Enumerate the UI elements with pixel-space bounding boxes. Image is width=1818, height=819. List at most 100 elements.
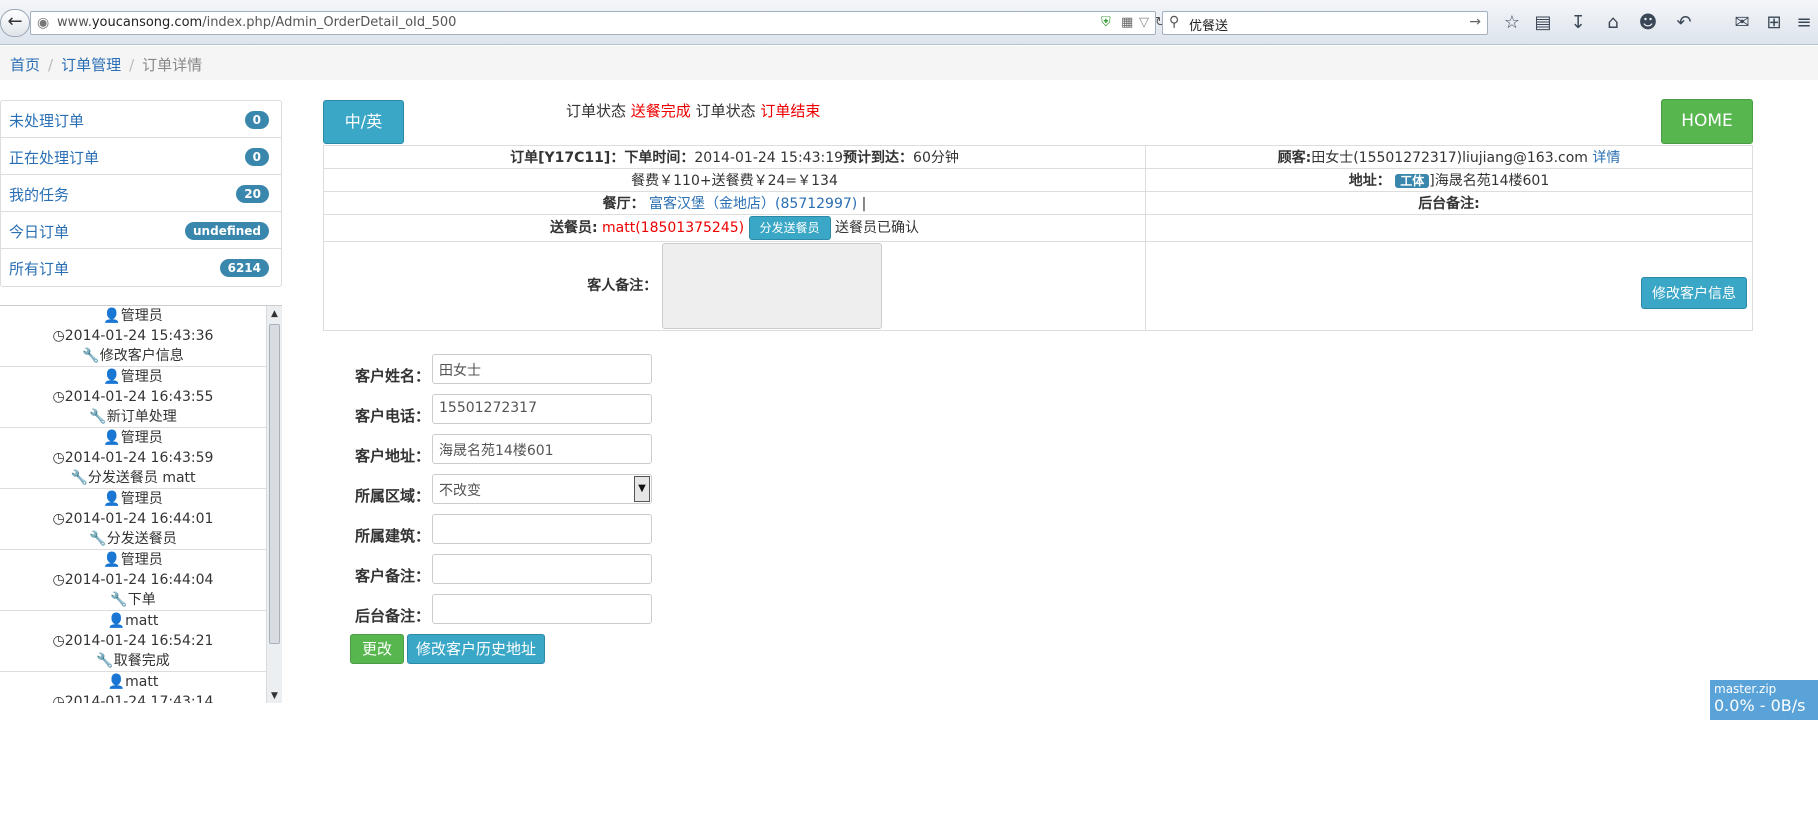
order-time-label: 下单时间： xyxy=(624,150,695,166)
breadcrumb-order-management[interactable]: 订单管理 xyxy=(61,56,121,74)
shield-icon[interactable]: ⛨ xyxy=(1101,15,1111,30)
breadcrumb-current: 订单详情 xyxy=(142,56,203,74)
address-label: 客户地址： xyxy=(354,447,430,465)
delivery-status: 送餐完成 xyxy=(630,102,691,120)
menu-item-today[interactable]: 今日订单 undefined xyxy=(1,212,281,249)
log-entry: 👤管理员 ◷2014-01-24 16:44:04 🔧下单 xyxy=(0,550,266,611)
menu-item-label: 今日订单 xyxy=(9,223,70,241)
breadcrumb-separator: / xyxy=(48,56,54,74)
url-text[interactable]: www.youcansong.com/index.php/Admin_Order… xyxy=(57,15,456,30)
menu-item-my-tasks[interactable]: 我的任务 20 xyxy=(1,175,281,212)
reading-list-icon[interactable]: ▤ xyxy=(1531,12,1555,33)
log-action: 下单 xyxy=(127,592,156,608)
address-label: 地址： xyxy=(1348,173,1391,189)
order-detail-table: 订单[Y17C11]：下单时间：2014-01-24 15:43:19预计到达：… xyxy=(323,145,1753,331)
back-arrow-icon[interactable]: ← xyxy=(0,9,30,37)
star-icon[interactable]: ☆ xyxy=(1500,12,1524,33)
clock-icon: ◷ xyxy=(52,389,65,405)
order-status: 订单结束 xyxy=(760,102,821,120)
breadcrumb: 首页 / 订单管理 / 订单详情 xyxy=(0,46,1818,80)
log-action: 分发送餐员 matt xyxy=(87,470,196,486)
customer-address-input[interactable]: 海晟名苑14楼601 xyxy=(432,434,652,464)
log-action: 分发送餐员 xyxy=(106,531,177,547)
action-cell: 修改客户信息 xyxy=(1145,241,1753,331)
smiley-icon[interactable]: ☻ xyxy=(1636,12,1660,33)
clock-icon: ◷ xyxy=(52,450,65,466)
search-go-icon[interactable]: → xyxy=(1469,14,1481,30)
download-speed: 0.0% - 0B/s xyxy=(1714,696,1806,715)
address-value: ]海晟名苑14楼601 xyxy=(1429,173,1550,189)
area-selected-value: 不改变 xyxy=(439,483,481,499)
backend-note-input[interactable] xyxy=(432,594,652,624)
table-row: 客人备注： 修改客户信息 xyxy=(323,241,1753,331)
customer-phone-input[interactable]: 15501272317 xyxy=(432,394,652,424)
breadcrumb-home[interactable]: 首页 xyxy=(10,56,40,74)
download-icon[interactable]: ↧ xyxy=(1566,12,1590,33)
menu-item-label: 我的任务 xyxy=(9,186,70,204)
download-filename: master.zip xyxy=(1714,682,1777,696)
log-time: 2014-01-24 15:43:36 xyxy=(64,328,214,344)
user-icon: 👤 xyxy=(103,430,121,446)
customer-info: 田女士(15501272317)liujiang@163.com xyxy=(1311,150,1588,166)
edit-customer-button[interactable]: 修改客户信息 xyxy=(1641,277,1747,309)
edit-history-address-button[interactable]: 修改客户历史地址 xyxy=(407,634,545,664)
language-toggle-button[interactable]: 中/英 xyxy=(323,100,404,144)
breadcrumb-separator: / xyxy=(129,56,135,74)
log-user: 管理员 xyxy=(120,491,163,507)
log-user: 管理员 xyxy=(120,430,163,446)
address-cell: 地址： 工体]海晟名苑14楼601 xyxy=(1145,168,1753,192)
scroll-thumb[interactable] xyxy=(269,324,280,644)
menu-icon[interactable]: ≡ xyxy=(1792,12,1816,33)
separator: | xyxy=(857,196,867,212)
search-icon: ⚲ xyxy=(1169,14,1180,30)
eta-label: 预计到达： xyxy=(843,150,914,166)
count-badge: 0 xyxy=(244,111,269,129)
wrench-icon: 🔧 xyxy=(89,409,107,425)
download-progress-widget[interactable]: master.zip 0.0% - 0B/s xyxy=(1710,680,1818,720)
guest-note-textarea[interactable] xyxy=(661,243,882,329)
log-user: 管理员 xyxy=(120,308,163,324)
scroll-down-icon[interactable]: ▼ xyxy=(267,688,282,703)
customer-name-input[interactable]: 田女士 xyxy=(432,354,652,384)
update-button[interactable]: 更改 xyxy=(350,634,404,664)
dispatch-courier-button[interactable]: 分发送餐员 xyxy=(748,216,831,240)
backend-note-cell: 后台备注: xyxy=(1145,191,1753,215)
url-domain: youcansong.com xyxy=(91,15,203,30)
search-bar[interactable]: ⚲ 优餐送 → xyxy=(1162,11,1488,35)
customer-note-label: 客户备注： xyxy=(354,567,430,585)
url-path: /index.php/Admin_OrderDetail_oId_500 xyxy=(202,15,457,30)
dropdown-icon[interactable]: ▽ xyxy=(1139,15,1149,30)
order-log-panel[interactable]: 👤管理员 ◷2014-01-24 15:43:36 🔧修改客户信息 👤管理员 ◷… xyxy=(0,305,282,703)
customer-detail-link[interactable]: 详情 xyxy=(1592,150,1620,166)
area-select[interactable]: 不改变 ▼ xyxy=(432,474,652,504)
qrcode-icon[interactable]: ▦ xyxy=(1121,15,1133,30)
customer-label: 顾客: xyxy=(1277,150,1312,166)
log-scrollbar[interactable]: ▲ ▼ xyxy=(266,306,282,703)
backend-note-label: 后台备注: xyxy=(1418,196,1480,212)
menu-item-pending[interactable]: 未处理订单 0 xyxy=(1,101,281,138)
log-user: 管理员 xyxy=(120,552,163,568)
wrench-icon: 🔧 xyxy=(70,470,88,486)
building-input[interactable] xyxy=(432,514,652,544)
undo-icon[interactable]: ↶ xyxy=(1672,12,1696,33)
restaurant-link[interactable]: 富客汉堡（金地店）(85712997) xyxy=(649,196,857,212)
user-icon: 👤 xyxy=(103,369,121,385)
menu-item-processing[interactable]: 正在处理订单 0 xyxy=(1,138,281,175)
scroll-up-icon[interactable]: ▲ xyxy=(267,306,282,322)
order-menu: 未处理订单 0 正在处理订单 0 我的任务 20 今日订单 undefined 所有订单… xyxy=(0,100,282,287)
chevron-down-icon[interactable]: ▼ xyxy=(634,476,650,502)
user-icon: 👤 xyxy=(107,674,126,690)
search-text[interactable]: 优餐送 xyxy=(1189,15,1228,34)
fee-text: 餐费￥110+送餐费￥24=￥134 xyxy=(631,173,838,189)
customer-cell: 顾客:田女士(15501272317)liujiang@163.com 详情 xyxy=(1145,145,1753,169)
crop-icon[interactable]: ⊞ xyxy=(1762,12,1786,33)
home-icon[interactable]: ⌂ xyxy=(1601,12,1625,33)
log-entry: 👤matt ◷2014-01-24 16:54:21 🔧取餐完成 xyxy=(0,611,266,672)
address-tag: 工体 xyxy=(1395,174,1430,188)
home-button[interactable]: HOME xyxy=(1661,99,1753,144)
customer-note-input[interactable] xyxy=(432,554,652,584)
log-time: 2014-01-24 16:43:55 xyxy=(64,389,214,405)
address-bar[interactable]: ◉ www.youcansong.com/index.php/Admin_Ord… xyxy=(30,11,1166,35)
menu-item-all[interactable]: 所有订单 6214 xyxy=(1,249,281,286)
chat-icon[interactable]: ✉ xyxy=(1730,12,1754,33)
